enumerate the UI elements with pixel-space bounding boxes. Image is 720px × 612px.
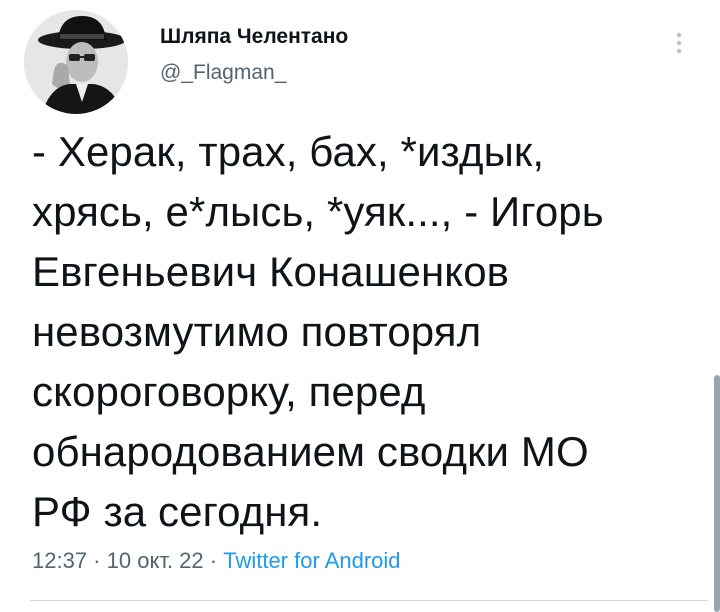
more-options-button[interactable] xyxy=(664,28,694,58)
tweet-card: Шляпа Челентано @_Flagman_ - Херак, трах… xyxy=(0,0,720,612)
tweet-text: - Херак, трах, бах, *издык, хрясь, е*лыс… xyxy=(32,122,692,542)
author-info[interactable]: Шляпа Челентано @_Flagman_ xyxy=(160,24,348,86)
meta-separator: · xyxy=(87,548,107,573)
tweet-text-line: РФ за сегодня. xyxy=(32,488,323,535)
tweet-date[interactable]: 10 окт. 22 xyxy=(107,548,204,573)
tweet-text-line: хрясь, е*лысь, *уяк..., - Игорь xyxy=(32,188,604,235)
tweet-time[interactable]: 12:37 xyxy=(32,548,87,573)
tweet-text-line: обнародованием сводки МО xyxy=(32,428,589,475)
tweet-source-link[interactable]: Twitter for Android xyxy=(223,548,400,573)
more-vertical-icon xyxy=(676,32,682,54)
avatar-photo-icon xyxy=(24,10,128,114)
author-handle[interactable]: @_Flagman_ xyxy=(160,60,348,86)
tweet-header: Шляпа Челентано @_Flagman_ xyxy=(24,10,696,114)
tweet-text-line: Евгеньевич Конашенков xyxy=(32,248,510,295)
divider xyxy=(30,600,708,601)
tweet-text-line: - Херак, трах, бах, *издык, xyxy=(32,128,545,175)
scrollbar[interactable] xyxy=(714,375,720,612)
author-avatar[interactable] xyxy=(24,10,128,114)
tweet-text-line: скороговорку, перед xyxy=(32,368,426,415)
tweet-meta: 12:37 · 10 окт. 22 · Twitter for Android xyxy=(32,548,401,574)
tweet-text-line: невозмутимо повторял xyxy=(32,308,482,355)
author-display-name[interactable]: Шляпа Челентано xyxy=(160,24,348,50)
meta-separator: · xyxy=(203,548,224,573)
